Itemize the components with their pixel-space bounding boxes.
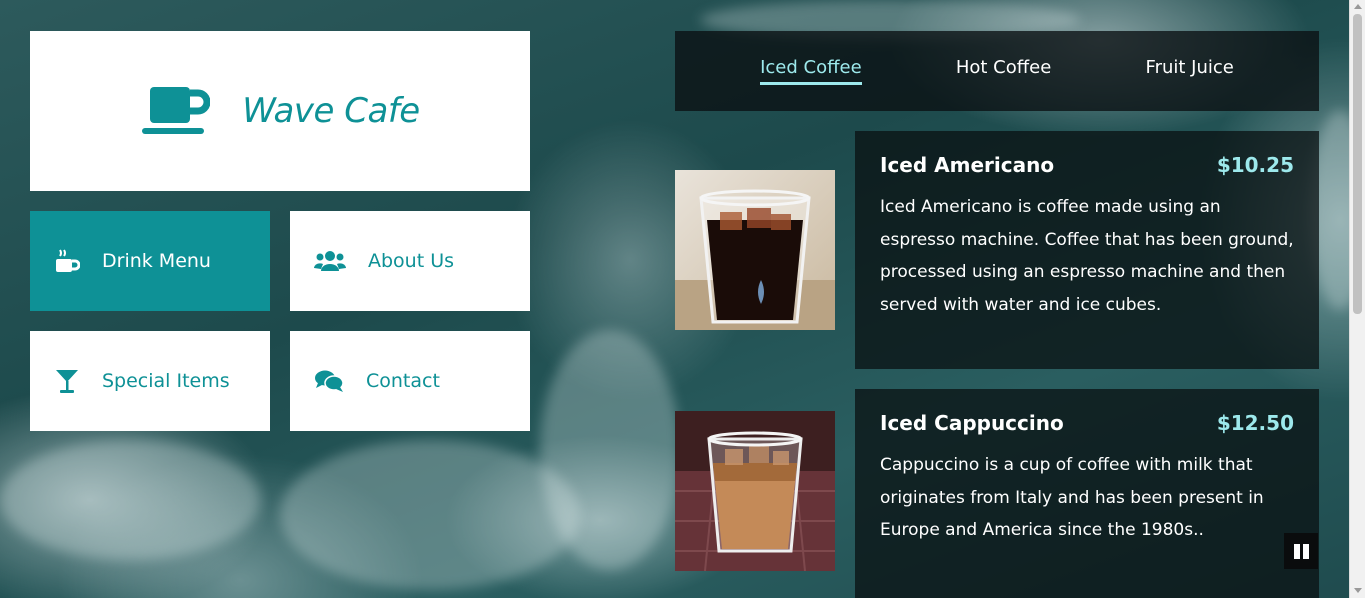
item-price: $10.25	[1216, 153, 1294, 177]
nav-about-us[interactable]: About Us	[290, 211, 530, 311]
scrollbar[interactable]	[1349, 0, 1365, 598]
scrollbar-thumb[interactable]	[1353, 14, 1362, 314]
tab-fruit-juice[interactable]: Fruit Juice	[1146, 57, 1234, 85]
scroll-up-icon[interactable]	[1354, 4, 1362, 9]
nav-about-us-label: About Us	[368, 250, 455, 272]
menu-item-card: Iced Americano $10.25 Iced Americano is …	[855, 131, 1319, 369]
coffee-cup-icon	[142, 87, 211, 134]
drink-category-tabs: Iced Coffee Hot Coffee Fruit Juice	[675, 31, 1319, 111]
item-price: $12.50	[1216, 411, 1294, 435]
nav-special-items-label: Special Items	[102, 370, 230, 392]
scroll-down-icon[interactable]	[1354, 588, 1362, 593]
item-description: Iced Americano is coffee made using an e…	[880, 197, 1294, 315]
background-foam	[280, 440, 580, 590]
tab-hot-coffee[interactable]: Hot Coffee	[956, 57, 1051, 85]
cocktail-glass-icon	[56, 370, 78, 393]
item-description: Cappuccino is a cup of coffee with milk …	[880, 455, 1264, 540]
brand-name: Wave Cafe	[242, 91, 420, 131]
users-icon	[314, 251, 346, 271]
nav-drink-menu[interactable]: Drink Menu	[30, 211, 270, 311]
pause-icon	[1293, 543, 1300, 559]
logo-box[interactable]: Wave Cafe	[30, 31, 530, 191]
nav-contact[interactable]: Contact	[290, 331, 530, 431]
iced-cappuccino-image	[675, 411, 835, 571]
pause-icon	[1302, 543, 1309, 559]
background-foam	[0, 440, 260, 560]
menu-item-card: Iced Cappuccino $12.50 Cappuccino is a c…	[855, 389, 1319, 598]
item-name: Iced Cappuccino	[880, 411, 1064, 435]
nav-contact-label: Contact	[366, 370, 440, 392]
item-name: Iced Americano	[880, 153, 1055, 177]
mug-hot-icon	[56, 249, 80, 272]
iced-americano-image	[675, 170, 835, 330]
nav-special-items[interactable]: Special Items	[30, 331, 270, 431]
chat-bubbles-icon	[315, 370, 344, 392]
nav-drink-menu-label: Drink Menu	[102, 250, 211, 272]
pause-video-button[interactable]	[1284, 533, 1318, 569]
tab-iced-coffee[interactable]: Iced Coffee	[760, 57, 862, 85]
